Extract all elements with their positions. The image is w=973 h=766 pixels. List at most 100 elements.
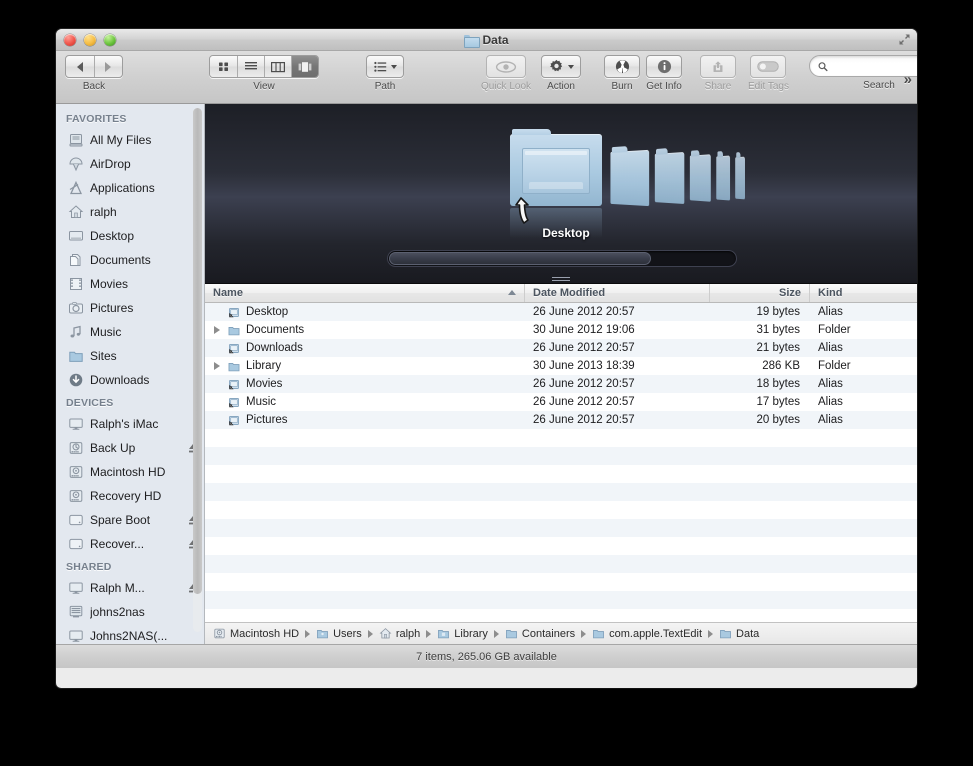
- table-row[interactable]: Music 26 June 2012 20:57 17 bytes Alias: [205, 393, 917, 411]
- quick-look-button[interactable]: [486, 55, 527, 78]
- action-button[interactable]: [541, 55, 581, 78]
- zoom-button[interactable]: [104, 34, 116, 46]
- hard-disk-icon: [214, 628, 225, 639]
- sidebar-item-downloads[interactable]: Downloads: [56, 368, 204, 392]
- table-row[interactable]: Desktop 26 June 2012 20:57 19 bytes Alias: [205, 303, 917, 321]
- sidebar-item-ralph-m[interactable]: Ralph M...: [56, 576, 204, 600]
- path-bar-item[interactable]: com.apple.TextEdit: [592, 627, 702, 640]
- table-row[interactable]: Documents 30 June 2012 19:06 31 bytes Folde…: [205, 321, 917, 339]
- cover-flow-item[interactable]: [654, 148, 685, 205]
- folder-icon: [505, 630, 517, 639]
- library-folder-icon: [438, 630, 450, 639]
- table-row[interactable]: Pictures 26 June 2012 20:57 20 bytes Alias: [205, 411, 917, 429]
- sidebar-item-movies[interactable]: Movies: [56, 272, 204, 296]
- title-bar: Data: [56, 29, 917, 51]
- cover-flow-scrubber-knob[interactable]: [389, 252, 651, 265]
- cover-flow-pane[interactable]: Desktop: [205, 104, 917, 284]
- sidebar-item-johns2nas[interactable]: johns2nas: [56, 600, 204, 624]
- folder-icon: [593, 630, 605, 639]
- path-bar-item[interactable]: Containers: [505, 627, 575, 640]
- forward-button[interactable]: [93, 56, 122, 77]
- path-bar-item[interactable]: Library: [437, 627, 488, 640]
- column-header-size[interactable]: Size: [710, 284, 810, 302]
- sidebar-item-desktop[interactable]: Desktop: [56, 224, 204, 248]
- cover-flow-item[interactable]: [735, 151, 745, 200]
- sidebar-item-label: Desktop: [90, 229, 135, 243]
- file-kind: Folder: [818, 360, 851, 372]
- alias-movies-icon: [229, 379, 239, 389]
- empty-row: [205, 429, 917, 447]
- view-column-button[interactable]: [264, 56, 291, 77]
- sidebar-item-label: Johns2NAS(...: [90, 629, 168, 643]
- sidebar-item-johns2nas[interactable]: Johns2NAS(...: [56, 624, 204, 644]
- cover-flow-resize-grip[interactable]: [205, 276, 917, 282]
- table-row[interactable]: Downloads 26 June 2012 20:57 21 bytes Alias: [205, 339, 917, 357]
- path-bar-item-label: Library: [454, 627, 488, 640]
- sidebar-item-label: Spare Boot: [90, 513, 151, 527]
- sidebar-item-ralph[interactable]: ralph: [56, 200, 204, 224]
- fullscreen-icon[interactable]: [898, 33, 911, 46]
- shared-mac-icon: [69, 630, 83, 642]
- column-header-name[interactable]: Name: [205, 284, 525, 302]
- cover-flow-scrubber[interactable]: [387, 250, 737, 267]
- table-row[interactable]: Library 30 June 2013 18:39 286 KB Folder: [205, 357, 917, 375]
- search-field[interactable]: [809, 55, 917, 77]
- sidebar-scrollbar-thumb[interactable]: [193, 108, 202, 594]
- sidebar-item-pictures[interactable]: Pictures: [56, 296, 204, 320]
- view-group: View: [209, 55, 319, 92]
- sidebar-item-label: Applications: [90, 181, 155, 195]
- sidebar-item-back-up[interactable]: Back Up: [56, 436, 204, 460]
- file-name: Library: [246, 360, 282, 372]
- folder-icon: [228, 326, 240, 335]
- sidebar-scrollbar[interactable]: [193, 108, 202, 632]
- sidebar-item-all-my-files[interactable]: All My Files: [56, 128, 204, 152]
- edit-tags-button[interactable]: [750, 55, 787, 78]
- path-separator-icon: [426, 629, 432, 638]
- view-icon-button[interactable]: [210, 56, 237, 77]
- sidebar-item-spare-boot[interactable]: Spare Boot: [56, 508, 204, 532]
- disclosure-triangle-icon[interactable]: [213, 361, 222, 371]
- minimize-button[interactable]: [84, 34, 96, 46]
- path-bar-item[interactable]: Users: [316, 627, 362, 640]
- column-header-kind[interactable]: Kind: [810, 284, 917, 302]
- file-name: Movies: [246, 378, 283, 390]
- sidebar-item-recover[interactable]: Recover...: [56, 532, 204, 556]
- back-button[interactable]: [66, 56, 94, 77]
- sidebar-item-label: Macintosh HD: [90, 465, 166, 479]
- cover-flow-item[interactable]: [716, 150, 731, 201]
- sidebar-item-ralph-s-imac[interactable]: Ralph's iMac: [56, 412, 204, 436]
- path-bar: Macintosh HD Users ralph Library Containers…: [205, 622, 917, 644]
- file-list[interactable]: Desktop 26 June 2012 20:57 19 bytes Alias Do…: [205, 303, 917, 622]
- path-button[interactable]: [366, 55, 404, 78]
- disclosure-triangle-icon[interactable]: [213, 325, 222, 335]
- sidebar-item-sites[interactable]: Sites: [56, 344, 204, 368]
- sidebar-item-recovery-hd[interactable]: Recovery HD: [56, 484, 204, 508]
- share-button[interactable]: [700, 55, 736, 78]
- sidebar-item-documents[interactable]: Documents: [56, 248, 204, 272]
- hard-disk-icon: [69, 490, 83, 502]
- cover-flow-item[interactable]: [610, 146, 650, 207]
- toolbar: Back View Path Quick Look Action Burn Ge…: [56, 51, 917, 104]
- cover-flow-item[interactable]: [689, 150, 711, 202]
- burn-button[interactable]: [604, 55, 640, 78]
- sidebar-item-label: Ralph's iMac: [90, 417, 159, 431]
- table-row[interactable]: Movies 26 June 2012 20:57 18 bytes Alias: [205, 375, 917, 393]
- path-bar-item[interactable]: ralph: [379, 627, 420, 640]
- path-bar-item[interactable]: Data: [719, 627, 759, 640]
- action-label: Action: [547, 81, 575, 92]
- get-info-button[interactable]: [646, 55, 682, 78]
- path-bar-item[interactable]: Macintosh HD: [213, 627, 299, 640]
- alias-music-icon: [229, 397, 239, 407]
- column-header-date-modified[interactable]: Date Modified: [525, 284, 710, 302]
- empty-row: [205, 483, 917, 501]
- share-group: Share: [700, 55, 736, 92]
- sidebar-item-applications[interactable]: Applications: [56, 176, 204, 200]
- close-button[interactable]: [64, 34, 76, 46]
- chevron-double-right-icon[interactable]: »: [904, 71, 912, 88]
- file-kind: Alias: [818, 414, 843, 426]
- sidebar-item-airdrop[interactable]: AirDrop: [56, 152, 204, 176]
- sidebar-item-macintosh-hd[interactable]: Macintosh HD: [56, 460, 204, 484]
- view-list-button[interactable]: [237, 56, 264, 77]
- sidebar-item-music[interactable]: Music: [56, 320, 204, 344]
- view-coverflow-button[interactable]: [291, 56, 318, 77]
